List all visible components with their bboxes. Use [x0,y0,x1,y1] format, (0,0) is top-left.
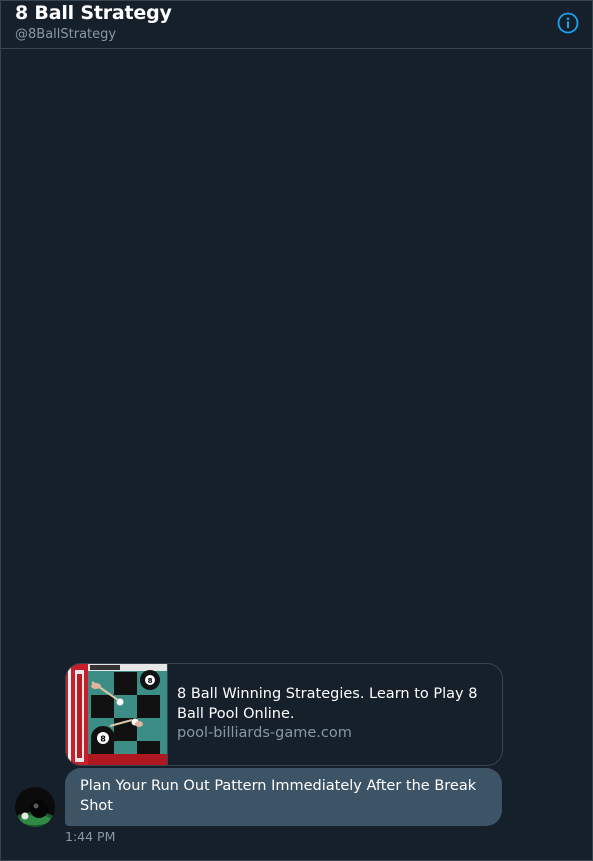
conversation-title[interactable]: 8 Ball Strategy [15,2,172,24]
conversation-handle[interactable]: @8BallStrategy [15,27,116,42]
billiards-thumbnail-image: 8 8 [66,664,168,765]
svg-text:8: 8 [100,735,106,744]
info-icon[interactable] [557,12,579,34]
conversation-header: 8 Ball Strategy @8BallStrategy [1,1,592,49]
sender-avatar[interactable] [15,787,55,827]
link-preview-card[interactable]: 8 8 8 Ball Winning Strategies. Learn to … [65,663,503,766]
svg-text:8: 8 [148,677,153,685]
message-text: Plan Your Run Out Pattern Immediately Af… [80,778,477,814]
link-preview-text: 8 Ball Winning Strategies. Learn to Play… [177,685,492,744]
message-timestamp: 1:44 PM [65,829,116,844]
link-preview-domain[interactable]: pool-billiards-game.com [177,724,492,744]
dm-conversation-panel: 8 Ball Strategy @8BallStrategy 8 8 8 Bal… [0,0,593,861]
message-bubble[interactable]: Plan Your Run Out Pattern Immediately Af… [65,768,502,826]
link-preview-title[interactable]: 8 Ball Winning Strategies. Learn to Play… [177,685,492,724]
